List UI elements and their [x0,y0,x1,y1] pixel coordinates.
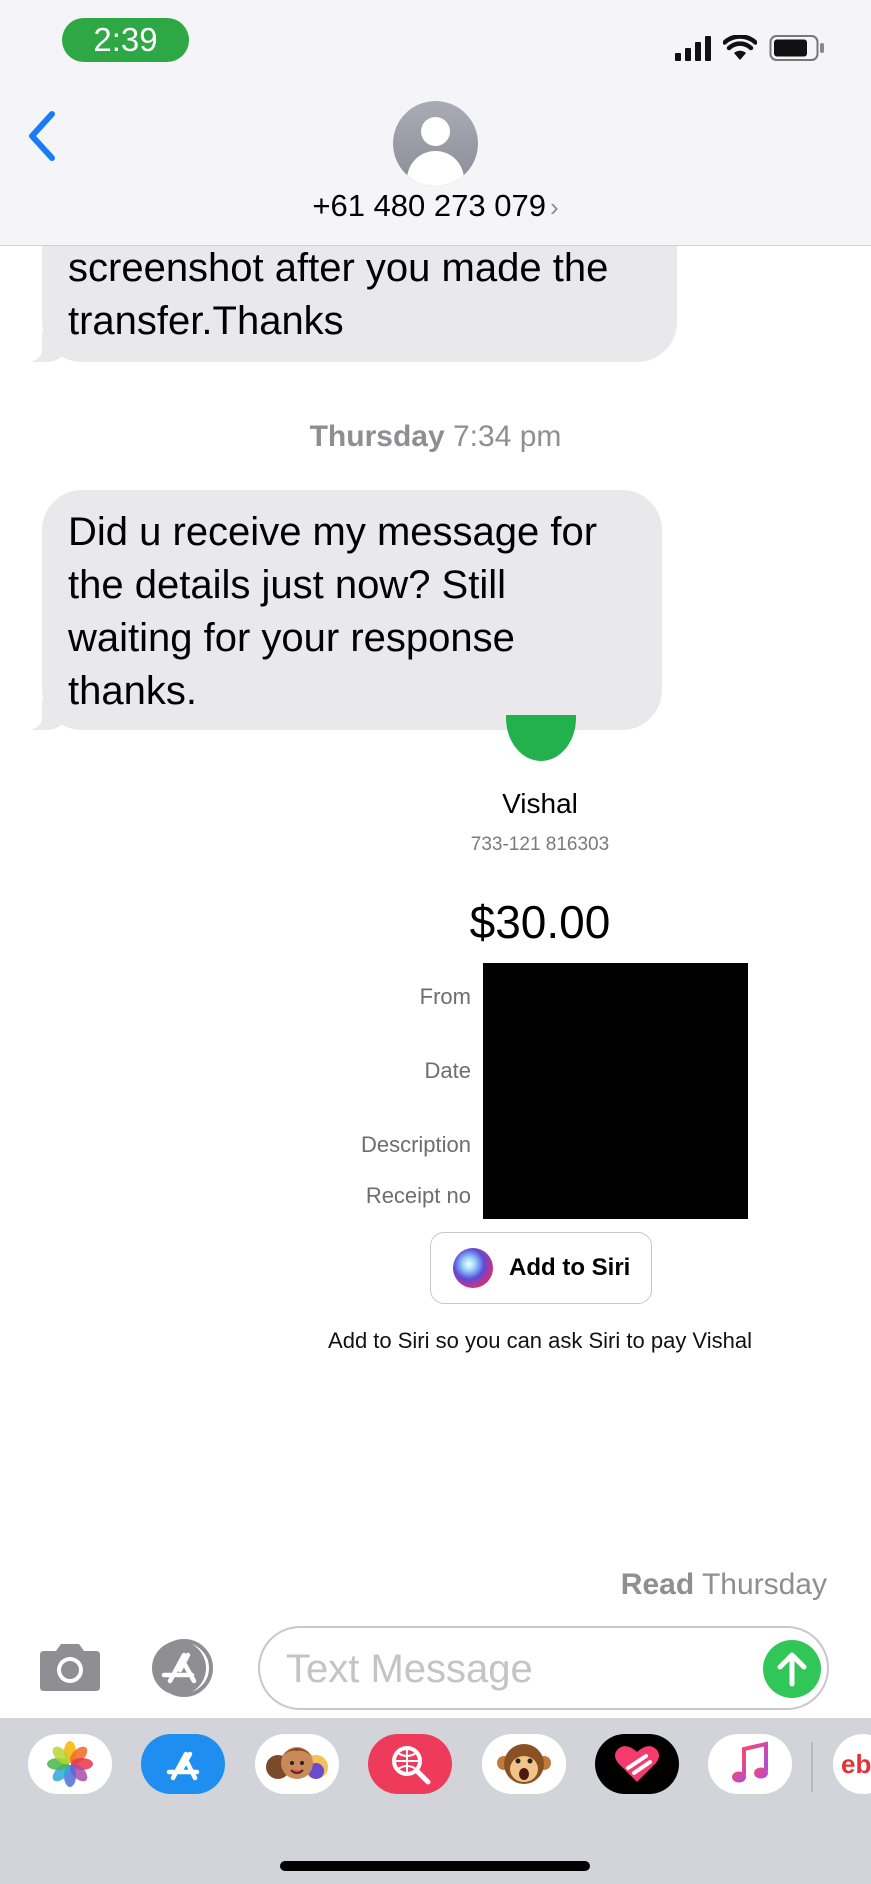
ebay-logo-text: eb [841,1748,871,1779]
siri-icon [453,1248,493,1288]
text-message-input[interactable] [286,1642,726,1696]
back-chevron-icon[interactable] [22,108,62,164]
home-indicator[interactable] [280,1861,590,1871]
music-icon[interactable] [708,1734,792,1794]
contact-name: +61 480 273 079 [312,188,546,223]
siri-caption: Add to Siri so you can ask Siri to pay V… [328,1328,752,1353]
receipt-label: Receipt no [365,1183,471,1208]
redacted-details [483,963,748,1219]
description-label: Description [360,1132,471,1157]
contact-name-button[interactable]: +61 480 273 079 › [0,188,871,224]
imessage-app-drawer: eb [0,1718,871,1884]
status-icons [675,30,825,66]
send-button[interactable] [763,1640,821,1698]
read-receipt: Read Thursday [621,1568,827,1602]
read-status: Read [620,1568,695,1601]
conversation-header: 2:39 +61 480 273 079 › [0,0,871,246]
message-line: waiting for your response [68,616,515,660]
status-time: 2:39 [62,18,189,62]
chevron-right-icon: › [549,192,559,222]
read-day: Thursday [701,1568,827,1601]
message-line: screenshot after you made the [68,246,609,290]
add-to-siri-button[interactable]: Add to Siri [430,1232,652,1304]
message-timestamp: Thursday 7:34 pm [0,420,871,454]
memoji-icon[interactable] [255,1734,339,1794]
payee-name: Vishal [502,788,578,819]
bubble-tail [16,700,66,730]
payee-account: 733-121 816303 [470,834,610,855]
cellular-signal-icon [675,35,711,61]
message-line: transfer.Thanks [68,299,344,343]
timestamp-day: Thursday [309,420,445,453]
animoji-icon[interactable] [482,1734,566,1794]
arrow-up-icon [777,1652,807,1687]
add-to-siri-label: Add to Siri [509,1254,631,1281]
timestamp-time: 7:34 pm [452,420,562,453]
ebay-icon[interactable]: eb [833,1734,871,1794]
incoming-message-bubble[interactable]: Did u receive my message for the details… [16,490,662,730]
app-store-icon[interactable] [141,1734,225,1794]
app-store-toggle-icon[interactable] [146,1639,224,1697]
bubble-tail [16,332,66,362]
camera-icon[interactable] [36,1641,104,1693]
payment-amount: $30.00 [469,896,611,948]
drawer-divider [811,1742,813,1792]
message-line: thanks. [68,669,197,713]
battery-icon [769,35,824,61]
message-line: the details just now? Still [68,563,507,607]
contact-avatar[interactable] [393,101,478,186]
wifi-icon [723,35,757,60]
date-label: Date [424,1058,471,1083]
message-composer [258,1626,829,1710]
from-label: From [419,984,471,1009]
photos-icon[interactable] [28,1734,112,1794]
payment-success-icon [506,715,576,763]
message-line: Did u receive my message for [68,510,598,554]
web-search-icon[interactable] [368,1734,452,1794]
digital-touch-icon[interactable] [595,1734,679,1794]
